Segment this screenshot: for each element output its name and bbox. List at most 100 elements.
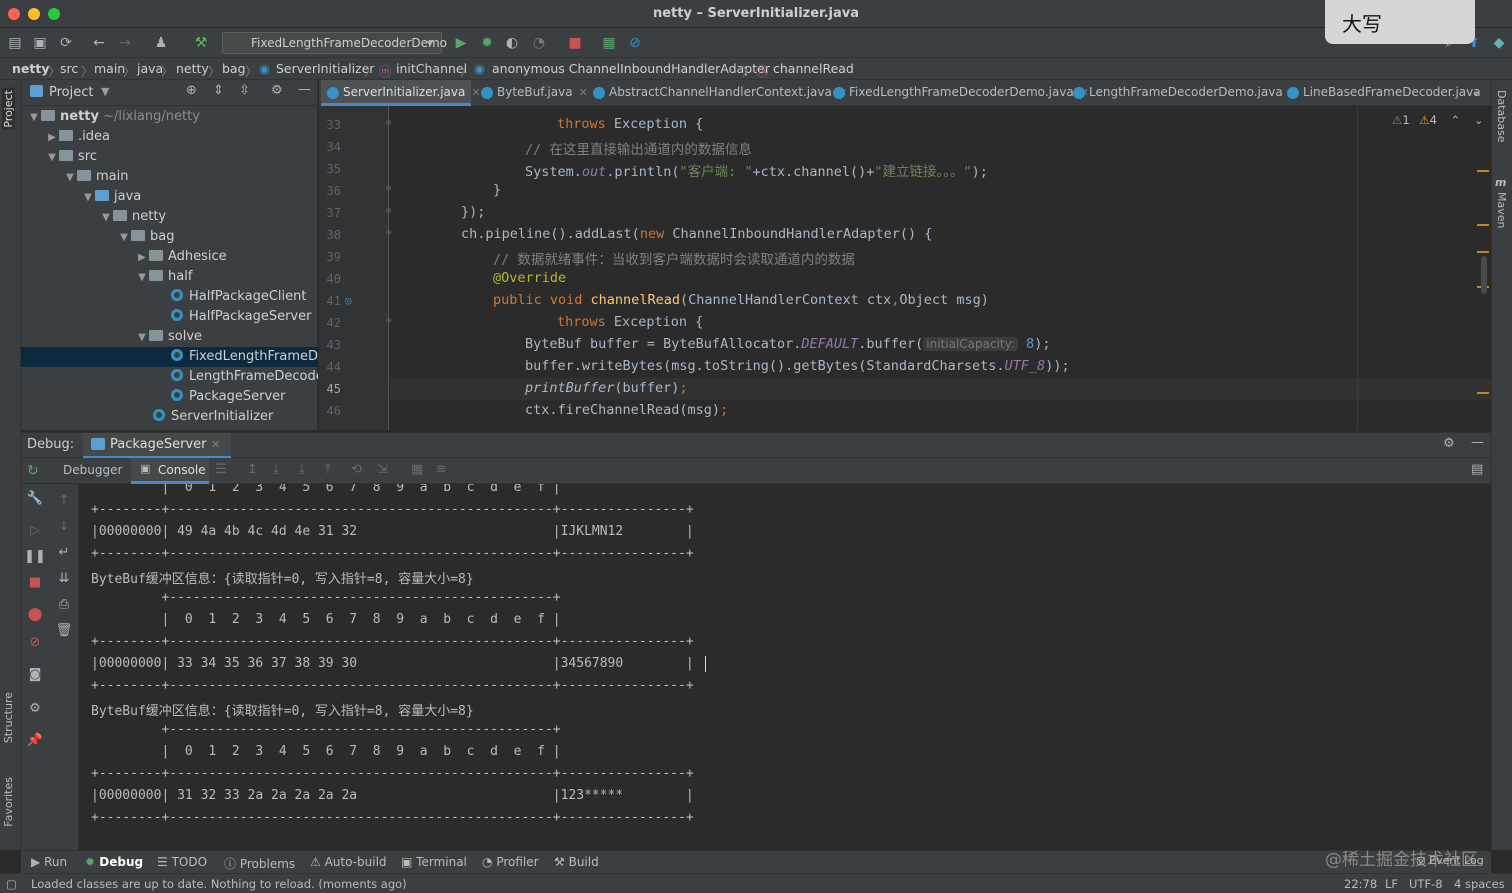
- mute-breakpoints-icon[interactable]: ⊘: [27, 634, 43, 650]
- user-icon[interactable]: ♟: [152, 34, 170, 52]
- indent-setting[interactable]: 4 spaces: [1454, 877, 1505, 891]
- chevron-down-icon[interactable]: ▼: [81, 188, 95, 207]
- hide-panel-icon[interactable]: —: [298, 82, 311, 97]
- layout-icon[interactable]: ▤: [1471, 462, 1483, 477]
- tree-item[interactable]: ▶ .idea: [21, 127, 318, 147]
- show-execution-point-icon[interactable]: ↥: [247, 462, 258, 477]
- locate-icon[interactable]: ⊕: [186, 83, 197, 98]
- run-icon[interactable]: ▶: [452, 34, 470, 52]
- arrow-down-icon[interactable]: ↓: [56, 518, 72, 534]
- chevron-down-icon[interactable]: ▼: [117, 228, 131, 247]
- warning-stripe-marker[interactable]: [1477, 251, 1489, 253]
- tab-lengthframedecoderdemo[interactable]: LengthFrameDecoderDemo.java✕: [1067, 80, 1298, 106]
- rerun-icon[interactable]: ↻: [27, 463, 39, 479]
- tab-abstractchannelhandlercontext[interactable]: AbstractChannelHandlerContext.java✕: [587, 80, 847, 106]
- breadcrumb-item[interactable]: netty: [12, 61, 49, 76]
- tree-item[interactable]: ▼ netty ~/lixiang/netty: [21, 107, 318, 127]
- chevron-down-icon[interactable]: ▼: [135, 328, 149, 347]
- chevron-down-icon[interactable]: ⌄: [1471, 84, 1481, 98]
- plugin-icon[interactable]: ◆: [1490, 34, 1508, 52]
- breadcrumb-item[interactable]: netty: [176, 61, 209, 76]
- trace-icon[interactable]: ≋: [436, 462, 447, 477]
- view-breakpoints-icon[interactable]: ⬤: [27, 606, 43, 622]
- tab-serverinitializer[interactable]: ServerInitializer.java ✕: [321, 80, 481, 106]
- pin-icon[interactable]: 📌: [27, 732, 43, 748]
- run-to-cursor-icon[interactable]: ⇲: [377, 462, 388, 477]
- tree-item[interactable]: ▼ src: [21, 147, 318, 167]
- breadcrumb-item[interactable]: anonymous ChannelInboundHandlerAdapter: [492, 61, 770, 76]
- tree-item-selected[interactable]: FixedLengthFrameDe: [21, 347, 318, 367]
- hide-panel-icon[interactable]: —: [1471, 435, 1484, 450]
- tab-problems[interactable]: ⓘ Problems: [224, 855, 295, 872]
- chevron-down-icon[interactable]: ⌄: [1474, 113, 1484, 127]
- tree-item[interactable]: ▼ main: [21, 167, 318, 187]
- chevron-right-icon[interactable]: ▶: [45, 128, 59, 147]
- caret-position[interactable]: 22:78: [1344, 877, 1377, 891]
- save-icon[interactable]: ▣: [31, 34, 49, 52]
- tab-bytebuf[interactable]: ByteBuf.java ✕: [475, 80, 588, 106]
- override-marker-icon[interactable]: ◎: [345, 294, 352, 307]
- stop-icon[interactable]: ■: [566, 34, 584, 52]
- tree-item[interactable]: ServerInitializer: [21, 407, 318, 427]
- console-output[interactable]: | 0 1 2 3 4 5 6 7 8 9 a b c d e f | +---…: [80, 484, 1491, 850]
- breadcrumb-item[interactable]: ServerInitializer: [276, 61, 374, 76]
- tab-auto-build[interactable]: ⚠ Auto-build: [310, 855, 387, 869]
- tab-run[interactable]: ▶ Run: [31, 855, 67, 869]
- breadcrumb-item[interactable]: initChannel: [396, 61, 467, 76]
- chevron-down-icon[interactable]: ▼: [27, 108, 41, 127]
- tree-item[interactable]: ▼ bag: [21, 227, 318, 247]
- maven-tool-tab[interactable]: Maven: [1495, 192, 1508, 228]
- gear-icon[interactable]: ⚙: [271, 83, 283, 98]
- tab-debug[interactable]: ✹ Debug: [85, 855, 143, 869]
- tab-todo[interactable]: ☰ TODO: [157, 855, 207, 869]
- close-icon[interactable]: ✕: [211, 438, 220, 451]
- forward-icon[interactable]: →: [116, 34, 134, 52]
- tree-item[interactable]: LengthFrameDecode: [21, 367, 318, 387]
- tree-item[interactable]: HalfPackageServer: [21, 307, 318, 327]
- evaluate-icon[interactable]: ▦: [411, 462, 423, 477]
- fold-marker-icon[interactable]: ⊖: [386, 118, 391, 128]
- chevron-down-icon[interactable]: ▼: [45, 148, 59, 167]
- project-tool-tab[interactable]: Project: [2, 88, 15, 130]
- build-hammer-icon[interactable]: ⚒: [192, 34, 210, 52]
- tab-build[interactable]: ⚒ Build: [554, 855, 599, 869]
- panel-toggle-icon[interactable]: ▢: [6, 877, 17, 891]
- gear-icon[interactable]: ⚙: [27, 700, 43, 716]
- inspection-widget[interactable]: ⚠1 ⚠4 ⌃ ⌄: [1392, 113, 1484, 127]
- chevron-down-icon[interactable]: ▼: [101, 85, 109, 98]
- wrench-icon[interactable]: 🔧: [27, 490, 43, 506]
- tree-item[interactable]: ▼ java: [21, 187, 318, 207]
- chevron-right-icon[interactable]: ▶: [135, 248, 149, 267]
- database-tool-tab[interactable]: Database: [1495, 90, 1508, 143]
- tree-item[interactable]: ▼ solve: [21, 327, 318, 347]
- breadcrumb-item[interactable]: channelRead: [773, 61, 854, 76]
- status-message[interactable]: Loaded classes are up to date. Nothing t…: [31, 877, 407, 891]
- line-separator[interactable]: LF: [1385, 877, 1398, 891]
- tab-profiler[interactable]: ◔ Profiler: [482, 855, 539, 869]
- step-out-icon[interactable]: ⤒: [325, 462, 331, 477]
- arrow-up-icon[interactable]: ↑: [56, 492, 72, 508]
- warning-stripe-marker[interactable]: [1477, 392, 1489, 394]
- tab-terminal[interactable]: ▣ Terminal: [401, 855, 467, 869]
- run-configuration-select[interactable]: FixedLengthFrameDecoderDemo: [222, 32, 447, 54]
- soft-wrap-icon[interactable]: ↵: [56, 544, 72, 560]
- breadcrumb-item[interactable]: bag: [222, 61, 246, 76]
- coverage-icon[interactable]: ◐: [503, 34, 521, 52]
- open-folder-icon[interactable]: ▤: [6, 34, 24, 52]
- camera-icon[interactable]: ◙: [27, 666, 43, 682]
- tree-item[interactable]: ▼ half: [21, 267, 318, 287]
- deploy-icon[interactable]: ▦: [600, 34, 618, 52]
- resume-icon[interactable]: ▷: [27, 522, 43, 538]
- structure-tool-tab[interactable]: Structure: [2, 692, 15, 743]
- collapse-all-icon[interactable]: ⇳: [239, 83, 250, 98]
- gear-icon[interactable]: ⚙: [1443, 436, 1455, 451]
- chevron-down-icon[interactable]: ▼: [99, 208, 113, 227]
- tab-linebasedframedecoder[interactable]: LineBasedFrameDecoder.java: [1281, 80, 1481, 106]
- chevron-up-icon[interactable]: ⌃: [1451, 113, 1461, 127]
- tab-debugger[interactable]: Debugger: [63, 463, 122, 477]
- frames-icon[interactable]: ☰: [215, 462, 227, 477]
- sync-icon[interactable]: ⟳: [57, 34, 75, 52]
- event-log-button[interactable]: ◎ Event Log: [1416, 854, 1484, 867]
- tree-item[interactable]: HalfPackageClient: [21, 287, 318, 307]
- favorites-tool-tab[interactable]: Favorites: [2, 777, 15, 827]
